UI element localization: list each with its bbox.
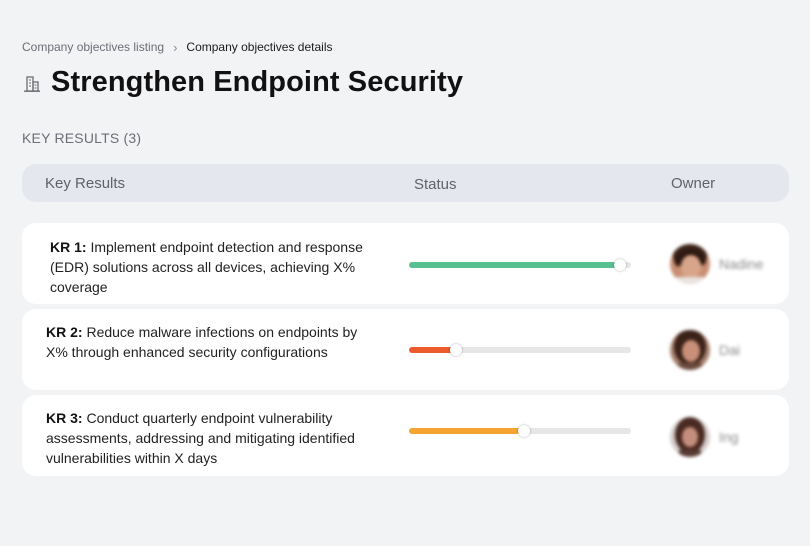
key-results-count-label: KEY RESULTS (3) [22,130,142,146]
key-result-id: KR 1: [50,239,87,255]
key-result-text: Reduce malware infections on endpoints b… [46,324,358,360]
owner[interactable]: Nadine [670,244,763,284]
owner-name: Ing [719,429,739,445]
progress-handle [449,344,462,356]
progress-fill [409,428,525,434]
key-result-row[interactable]: KR 2: Reduce malware infections on endpo… [22,309,789,390]
status-progress-bar [409,259,631,271]
page-title: Strengthen Endpoint Security [51,66,464,98]
avatar [670,330,710,370]
owner[interactable]: Dai [670,330,740,370]
key-result-text: Implement endpoint detection and respons… [50,239,363,295]
key-result-text: Conduct quarterly endpoint vulnerability… [46,410,355,466]
buildings-icon [24,75,40,92]
progress-handle [518,425,531,437]
breadcrumb-objectives-listing-link[interactable]: Company objectives listing [22,40,164,54]
column-header-status: Status [414,176,457,193]
key-result-row[interactable]: KR 1: Implement endpoint detection and r… [22,223,789,304]
key-result-id: KR 3: [46,410,83,426]
chevron-right-icon: › [173,39,178,55]
progress-handle [613,259,626,271]
owner[interactable]: Ing [670,417,738,457]
key-result-id: KR 2: [46,324,83,340]
breadcrumb-current: Company objectives details [186,40,333,54]
owner-name: Nadine [719,256,764,272]
progress-fill [409,347,456,353]
key-result-description: KR 3: Conduct quarterly endpoint vulnera… [46,408,376,468]
avatar [670,417,710,457]
owner-name: Dai [719,342,741,358]
progress-fill [409,262,620,268]
breadcrumb: Company objectives listing › Company obj… [22,40,333,54]
key-result-row[interactable]: KR 3: Conduct quarterly endpoint vulnera… [22,395,789,476]
table-header: Key Results Status Owner [22,164,789,202]
key-result-description: KR 1: Implement endpoint detection and r… [50,237,380,297]
status-progress-bar [409,344,631,356]
title-row: Strengthen Endpoint Security [22,66,463,99]
key-result-description: KR 2: Reduce malware infections on endpo… [46,322,376,362]
status-progress-bar [409,425,631,437]
column-header-owner: Owner [671,175,716,192]
avatar [670,244,710,284]
column-header-key-results: Key Results [45,175,126,192]
